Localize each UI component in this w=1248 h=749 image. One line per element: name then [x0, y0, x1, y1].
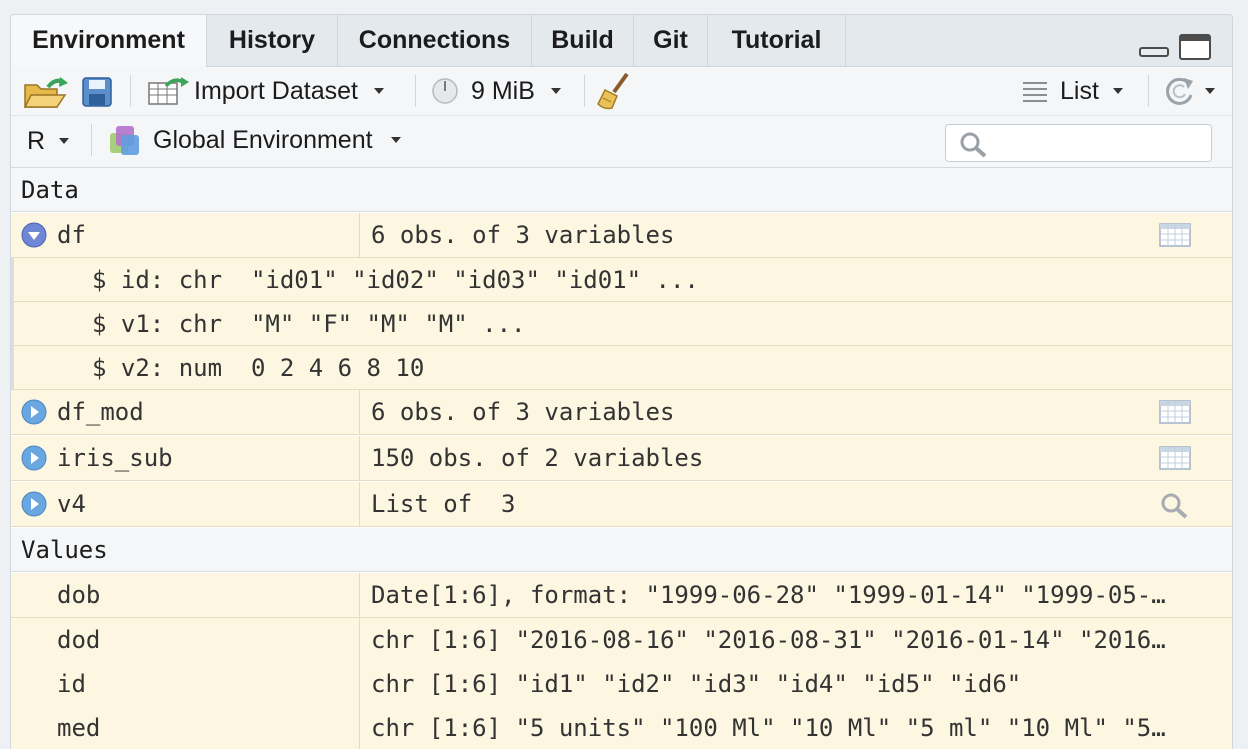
column-divider	[359, 390, 360, 434]
variable-value: 6 obs. of 3 variables	[371, 221, 675, 249]
memory-gauge-icon	[432, 78, 458, 104]
list-lines-icon	[1023, 82, 1047, 102]
pane-tab-bar: Environment History Connections Build Gi…	[11, 15, 1232, 67]
chevron-down-icon	[59, 138, 70, 144]
environment-layers-icon	[110, 126, 139, 155]
variable-value: 6 obs. of 3 variables	[371, 398, 675, 426]
structure-text: $ v2: num 0 2 4 6 8 10	[92, 354, 425, 382]
value-row-dod[interactable]: dod chr [1:6] "2016-08-16" "2016-08-31" …	[11, 618, 1232, 663]
magnifier-icon[interactable]	[1159, 491, 1191, 519]
structure-line: $ v1: chr "M" "F" "M" "M" ...	[11, 302, 1232, 346]
variable-value: chr [1:6] "5 units" "100 Ml" "10 Ml" "5 …	[371, 714, 1176, 742]
broom-icon[interactable]	[597, 72, 633, 110]
toolbar-separator	[415, 75, 416, 107]
expand-icon[interactable]	[21, 399, 47, 425]
value-row-dob[interactable]: dob Date[1:6], format: "1999-06-28" "199…	[11, 573, 1232, 618]
value-row-med[interactable]: med chr [1:6] "5 units" "100 Ml" "10 Ml"…	[11, 706, 1232, 749]
import-table-icon	[148, 77, 189, 105]
variable-value: chr [1:6] "id1" "id2" "id3" "id4" "id5" …	[371, 670, 1022, 698]
variable-name: iris_sub	[57, 444, 173, 472]
variable-value: 150 obs. of 2 variables	[371, 444, 704, 472]
structure-text: $ v1: chr "M" "F" "M" "M" ...	[92, 310, 526, 338]
variable-name: med	[57, 714, 101, 742]
tab-environment[interactable]: Environment	[11, 15, 207, 67]
variable-name: v4	[57, 490, 86, 518]
environment-label: Global Environment	[153, 125, 373, 154]
toolbar-separator	[130, 75, 131, 107]
open-folder-icon[interactable]	[22, 75, 68, 109]
toolbar-separator	[91, 124, 92, 156]
column-divider	[359, 573, 360, 617]
table-icon[interactable]	[1159, 222, 1191, 248]
chevron-down-icon	[550, 88, 561, 94]
expand-icon[interactable]	[21, 445, 47, 471]
language-selector[interactable]: R	[27, 124, 70, 158]
environment-selector-bar: R Global Environment	[11, 116, 1232, 168]
memory-usage-label: 9 MiB	[471, 76, 535, 105]
chevron-down-icon	[1205, 88, 1215, 94]
chevron-down-icon	[1112, 88, 1123, 94]
section-header-values: Values	[11, 528, 1232, 572]
view-mode-label: List	[1060, 76, 1099, 105]
search-input[interactable]	[992, 129, 1204, 157]
tab-git[interactable]: Git	[634, 15, 708, 66]
language-label: R	[27, 126, 46, 155]
chevron-down-icon	[373, 88, 384, 94]
table-icon[interactable]	[1159, 445, 1191, 471]
refresh-icon	[1166, 77, 1193, 105]
collapse-icon[interactable]	[21, 222, 47, 248]
column-divider	[359, 706, 360, 749]
tab-history[interactable]: History	[207, 15, 338, 66]
variable-value: chr [1:6] "2016-08-16" "2016-08-31" "201…	[371, 626, 1176, 654]
toolbar-separator	[584, 75, 585, 107]
variable-value: Date[1:6], format: "1999-06-28" "1999-01…	[371, 581, 1176, 609]
maximize-icon[interactable]	[1179, 34, 1211, 60]
column-divider	[359, 213, 360, 257]
minimize-icon[interactable]	[1139, 34, 1169, 60]
data-row-df-mod[interactable]: df_mod 6 obs. of 3 variables	[11, 390, 1232, 435]
variable-value: List of 3	[371, 490, 516, 518]
data-row-df[interactable]: df 6 obs. of 3 variables	[11, 213, 1232, 258]
section-label: Data	[21, 176, 79, 204]
column-divider	[359, 436, 360, 480]
column-divider	[359, 482, 360, 526]
chevron-down-icon	[390, 137, 401, 143]
environment-toolbar: Import Dataset 9 MiB List	[11, 67, 1232, 116]
variable-name: dod	[57, 626, 101, 654]
table-icon[interactable]	[1159, 399, 1191, 425]
tab-tutorial[interactable]: Tutorial	[708, 15, 846, 66]
column-divider	[359, 662, 360, 706]
memory-usage-button[interactable]: 9 MiB	[431, 75, 561, 107]
structure-line: $ id: chr "id01" "id02" "id03" "id01" ..…	[11, 258, 1232, 302]
value-row-id[interactable]: id chr [1:6] "id1" "id2" "id3" "id4" "id…	[11, 662, 1232, 707]
toolbar-separator	[1148, 75, 1149, 107]
expand-icon[interactable]	[21, 491, 47, 517]
tab-connections[interactable]: Connections	[338, 15, 532, 66]
structure-text: $ id: chr "id01" "id02" "id03" "id01" ..…	[92, 266, 699, 294]
section-header-data: Data	[11, 168, 1232, 212]
view-mode-button[interactable]: List	[1022, 75, 1123, 107]
search-icon	[960, 132, 987, 158]
import-dataset-label: Import Dataset	[194, 76, 358, 105]
data-row-v4[interactable]: v4 List of 3	[11, 482, 1232, 527]
environment-selector[interactable]: Global Environment	[107, 123, 401, 157]
import-dataset-button[interactable]: Import Dataset	[148, 75, 384, 107]
variable-name: dob	[57, 581, 101, 609]
variable-name: df	[57, 221, 86, 249]
section-label: Values	[21, 536, 108, 564]
save-icon[interactable]	[82, 77, 112, 107]
environment-pane: Environment History Connections Build Gi…	[10, 14, 1233, 749]
variable-name: id	[57, 670, 86, 698]
search-box[interactable]	[945, 124, 1212, 162]
variable-name: df_mod	[57, 398, 144, 426]
structure-line: $ v2: num 0 2 4 6 8 10	[11, 346, 1232, 390]
refresh-button[interactable]	[1163, 75, 1215, 107]
tab-build[interactable]: Build	[532, 15, 634, 66]
column-divider	[359, 618, 360, 662]
data-row-iris-sub[interactable]: iris_sub 150 obs. of 2 variables	[11, 436, 1232, 481]
